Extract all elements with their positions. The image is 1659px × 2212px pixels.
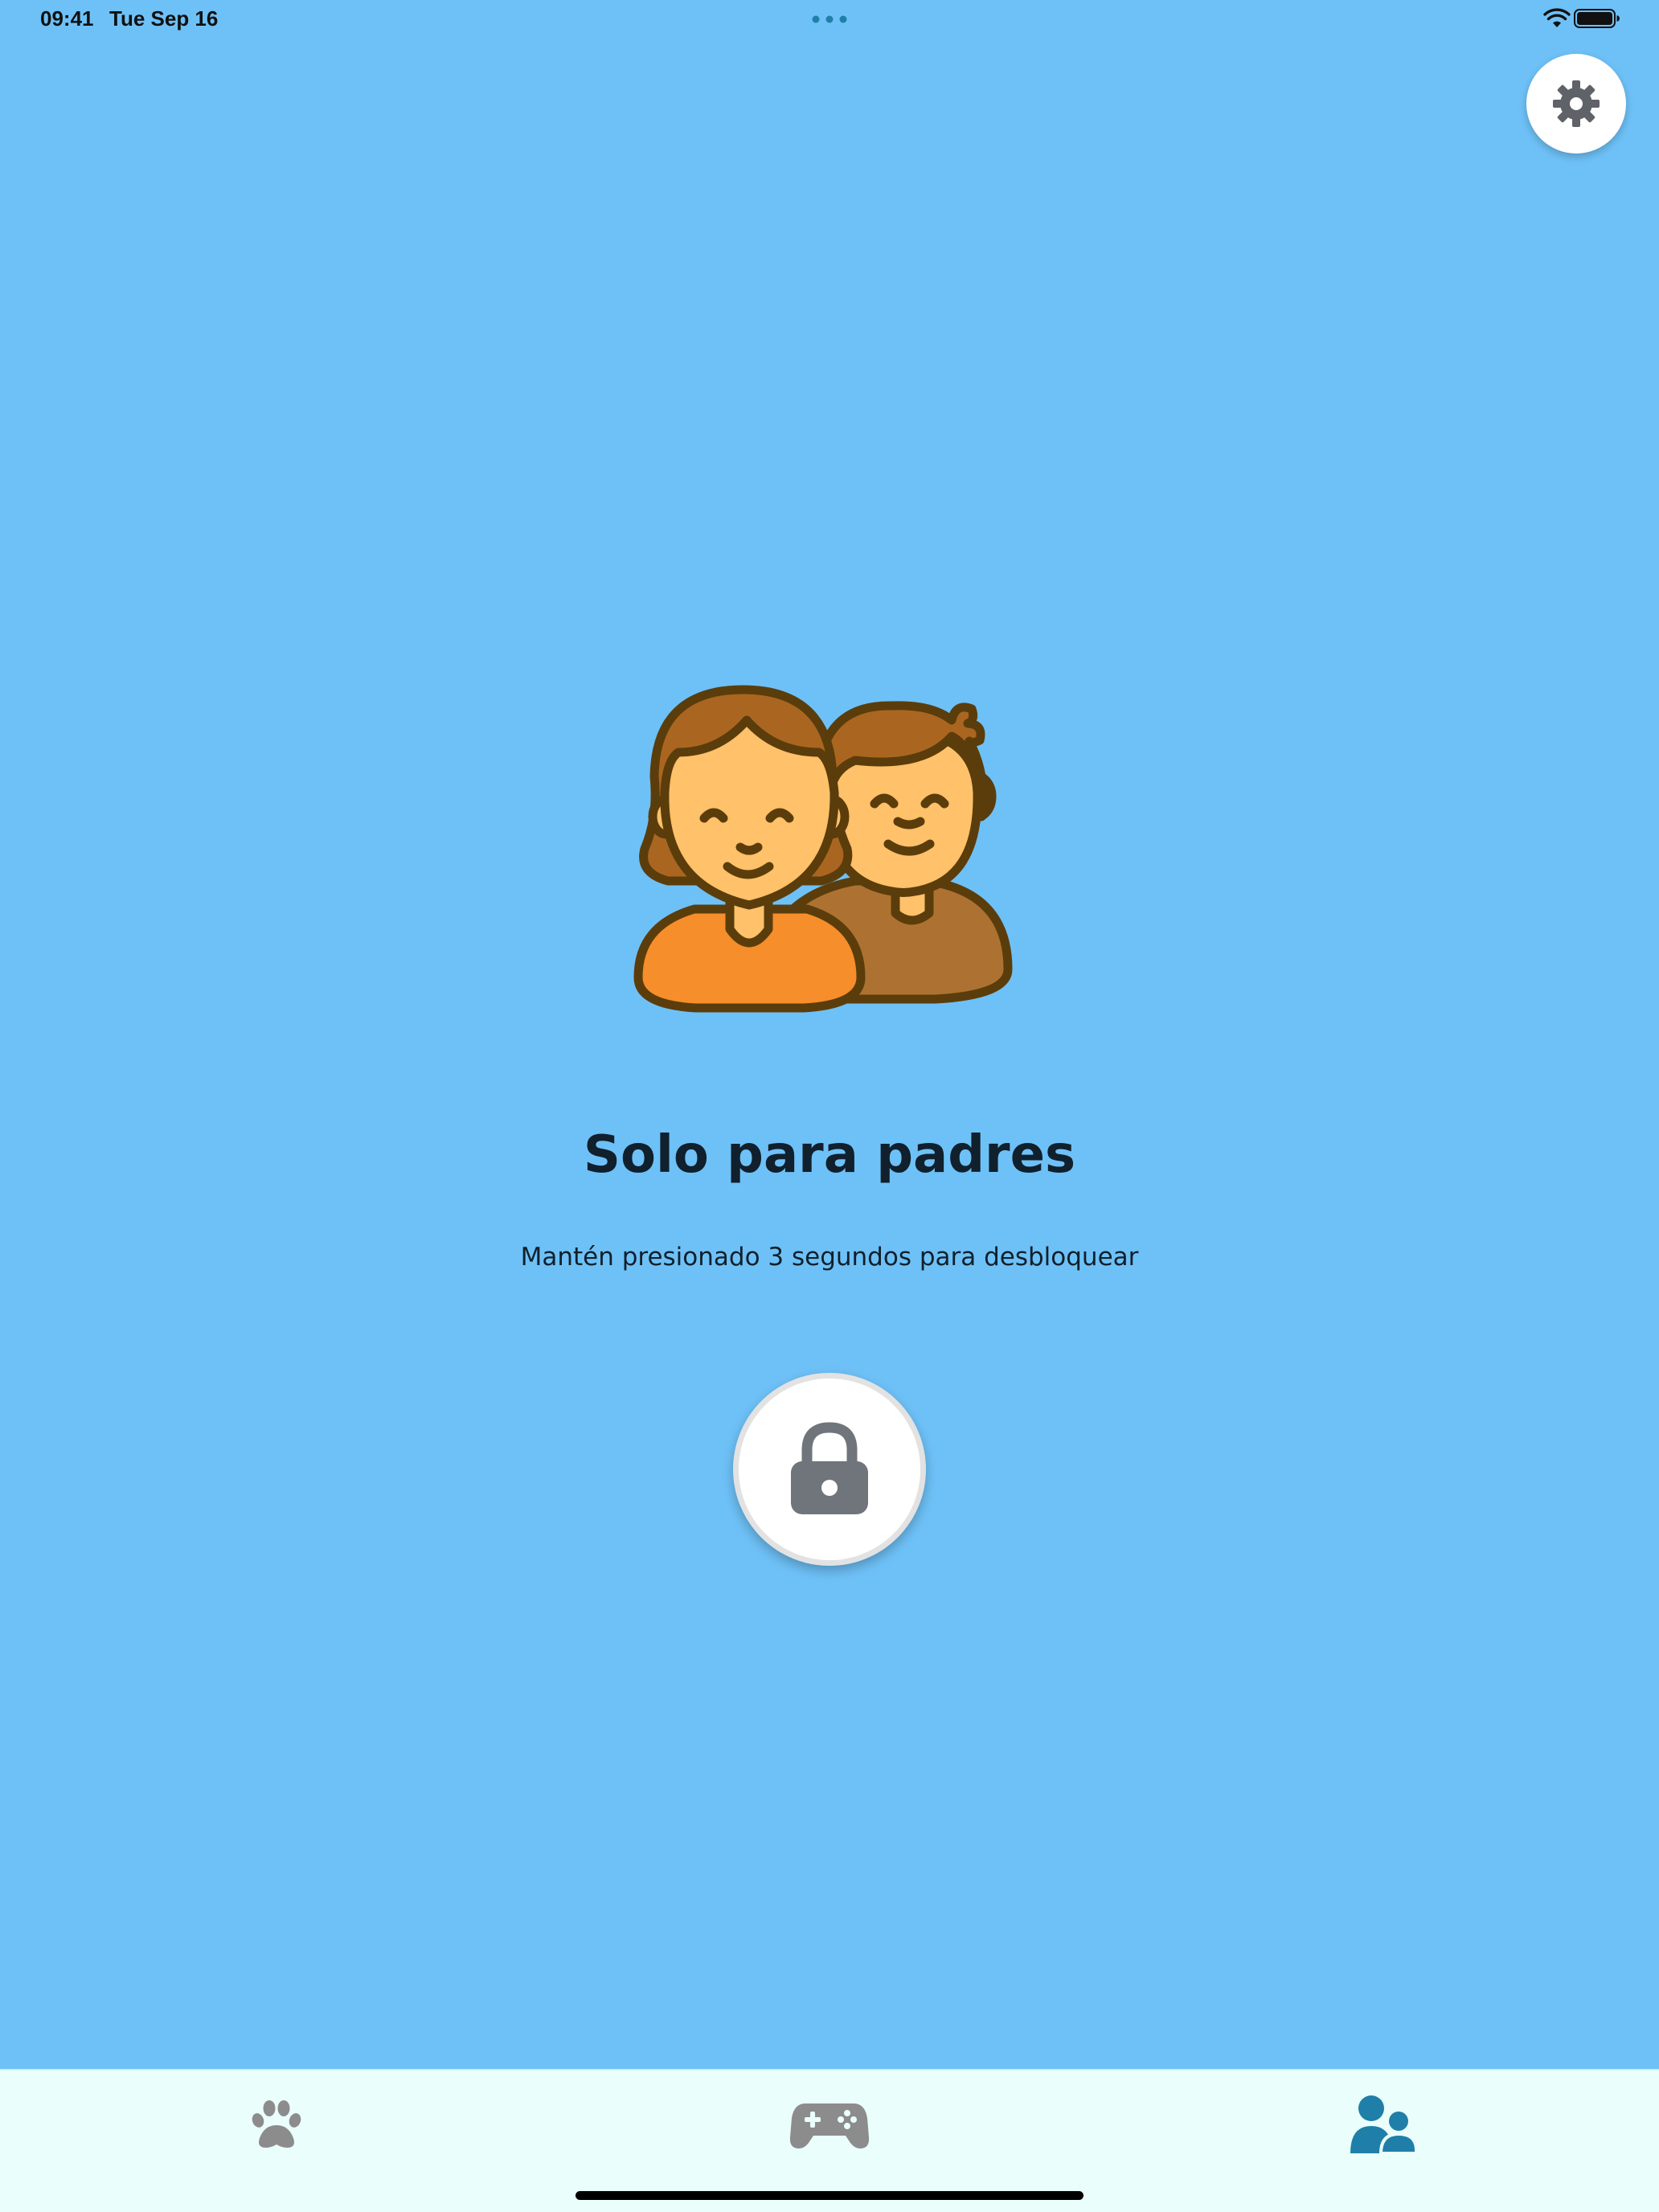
gear-icon	[1553, 80, 1600, 127]
wifi-icon	[1543, 8, 1571, 27]
tab-games[interactable]	[749, 2071, 910, 2178]
status-date: Tue Sep 16	[109, 6, 219, 31]
lock-icon	[791, 1422, 868, 1514]
battery-icon	[1574, 9, 1620, 28]
status-bar: 09:41 Tue Sep 16	[0, 0, 1659, 39]
hold-to-unlock-button[interactable]	[733, 1373, 926, 1566]
gamepad-icon	[789, 2103, 870, 2149]
paw-icon	[252, 2100, 301, 2148]
tab-pets[interactable]	[196, 2071, 357, 2178]
parents-illustration	[633, 685, 1013, 1013]
settings-button[interactable]	[1526, 54, 1626, 154]
home-indicator	[576, 2191, 1083, 2200]
multitasking-dots-icon[interactable]	[812, 15, 847, 23]
status-time: 09:41	[40, 6, 94, 31]
parents-icon	[1350, 2095, 1416, 2155]
page-subtitle: Mantén presionado 3 segundos para desblo…	[520, 1243, 1139, 1272]
page-title: Solo para padres	[583, 1125, 1076, 1185]
tab-parents[interactable]	[1302, 2071, 1463, 2178]
tab-bar	[0, 2069, 1659, 2212]
